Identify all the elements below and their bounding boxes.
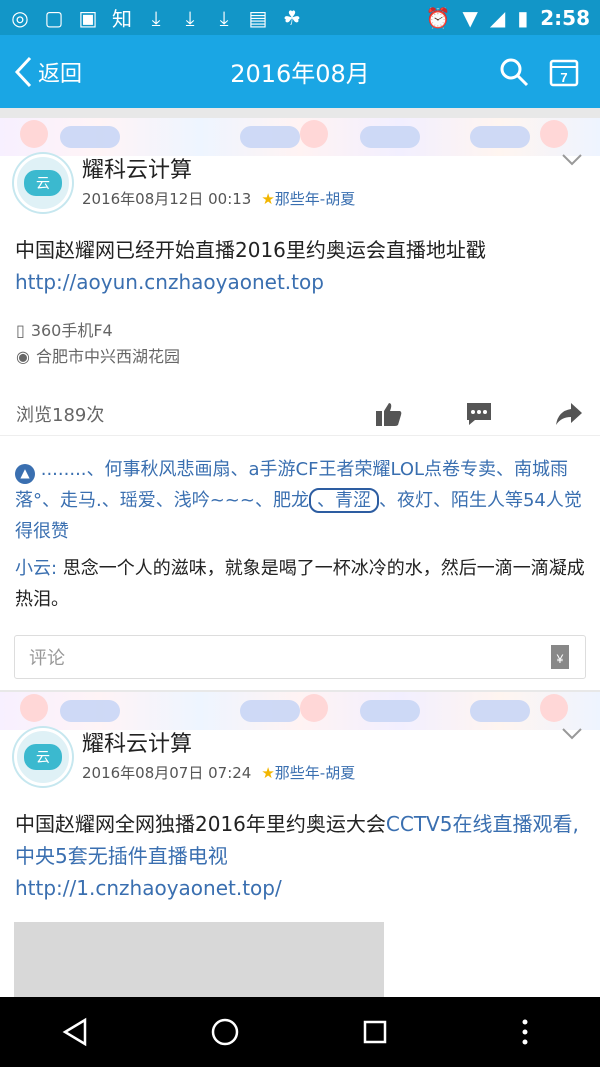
- post-text: 中国赵耀网已经开始直播2016里约奥运会直播地址戳http://aoyun.cn…: [15, 238, 486, 294]
- post-device-info: ▯ 360手机F4 ◉ 合肥市中兴西湖花园: [0, 318, 600, 370]
- like-button[interactable]: [374, 399, 404, 429]
- thumbs-up-icon: ▲: [15, 463, 35, 484]
- post-source[interactable]: 那些年-胡夏: [275, 190, 355, 208]
- signal-icon: ◢: [489, 5, 506, 30]
- nav-home-button[interactable]: [208, 1015, 242, 1049]
- search-button[interactable]: [498, 56, 530, 88]
- post-card: 云 耀科云计算 2016年08月07日 07:24 ★那些年-胡夏 中国赵耀网全…: [0, 692, 600, 1002]
- comment-author[interactable]: 小云:: [15, 558, 57, 579]
- comment-button[interactable]: [464, 399, 494, 429]
- post-link[interactable]: http://1.cnzhaoyaonet.top/: [15, 876, 282, 900]
- triangle-back-icon: [62, 1017, 87, 1047]
- decoration-banner: [0, 118, 600, 156]
- nav-recents-button[interactable]: [358, 1015, 392, 1049]
- location-icon: ◉: [16, 347, 30, 366]
- more-vertical-icon: [522, 1019, 528, 1045]
- image-icon: ▣: [78, 5, 98, 30]
- calendar-icon: 7: [549, 59, 579, 86]
- battery-icon: ▮: [517, 5, 529, 30]
- briefcase-icon: ▤: [248, 5, 268, 30]
- post-header: 云 耀科云计算 2016年08月12日 00:13 ★那些年-胡夏: [0, 154, 600, 212]
- post-header: 云 耀科云计算 2016年08月07日 07:24 ★那些年-胡夏: [0, 728, 600, 786]
- square-recents-icon: [363, 1020, 387, 1044]
- circle-home-icon: [211, 1018, 239, 1046]
- avatar[interactable]: 云: [14, 728, 72, 786]
- star-icon: ★: [261, 190, 275, 208]
- share-icon: [556, 402, 582, 425]
- decoration-banner: [0, 692, 600, 730]
- post-date: 2016年08月07日 07:24: [82, 764, 252, 782]
- post-image[interactable]: [14, 922, 384, 1002]
- comment-icon: [467, 402, 491, 425]
- app-bar: 返回 2016年08月 7: [0, 35, 600, 108]
- likes-list[interactable]: ▲ ........、何事秋风悲画扇、a手游CF王者荣耀LOL点卷专卖、南城雨落…: [0, 454, 600, 547]
- post-stats: 浏览189次: [0, 392, 600, 436]
- view-count: 浏览189次: [16, 404, 105, 426]
- search-icon: [500, 58, 529, 86]
- download-icon: ⤓: [219, 5, 229, 30]
- wifi-icon: ▼: [462, 5, 478, 30]
- chevron-down-icon[interactable]: [560, 150, 584, 170]
- back-label: 返回: [38, 61, 83, 87]
- author-name[interactable]: 耀科云计算: [82, 726, 355, 758]
- star-icon: ★: [261, 764, 275, 782]
- wallet-icon[interactable]: ¥: [549, 644, 571, 670]
- alarm-icon: ⏰: [425, 5, 451, 30]
- comment-text: 思念一个人的滋味，就象是喝了一杯冰冷的水，然后一滴一滴凝成热泪。: [15, 558, 585, 610]
- post-link[interactable]: http://aoyun.cnzhaoyaonet.top: [15, 270, 324, 294]
- leaf-icon: ☘: [283, 5, 301, 30]
- download-icon: ⤓: [185, 5, 195, 30]
- thumbs-up-icon: [376, 402, 402, 426]
- zhihu-icon: 知: [112, 7, 132, 31]
- download-icon: ⤓: [151, 5, 161, 30]
- svg-text:7: 7: [560, 70, 567, 85]
- comment-item[interactable]: 小云: 思念一个人的滋味，就象是喝了一杯冰冷的水，然后一滴一滴凝成热泪。: [0, 553, 600, 615]
- nav-menu-button[interactable]: [508, 1015, 542, 1049]
- navigation-bar: [0, 997, 600, 1067]
- post-card: 云 耀科云计算 2016年08月12日 00:13 ★那些年-胡夏 中国赵耀网已…: [0, 118, 600, 690]
- post-text: 中国赵耀网全网独播2016年里约奥运大会CCTV5在线直播观看,中央5套无插件直…: [15, 812, 579, 900]
- status-bar: ◎ ▢ ▣ 知 ⤓ ⤓ ⤓ ▤ ☘ ⏰ ▼ ◢ ▮ 2:58: [0, 0, 600, 35]
- comment-input[interactable]: 评论 ¥: [14, 635, 586, 679]
- calendar-button[interactable]: 7: [548, 56, 580, 88]
- chat-icon: ▢: [44, 5, 64, 30]
- post-date: 2016年08月12日 00:13: [82, 190, 252, 208]
- back-button[interactable]: 返回: [0, 55, 82, 89]
- phone-icon: ▯: [16, 321, 25, 340]
- status-time: 2:58: [540, 5, 590, 30]
- chevron-down-icon[interactable]: [560, 724, 584, 744]
- post-source[interactable]: 那些年-胡夏: [275, 764, 355, 782]
- app-icon: ◎: [11, 5, 29, 30]
- nav-back-button[interactable]: [58, 1015, 92, 1049]
- chevron-left-icon: [14, 56, 32, 87]
- avatar[interactable]: 云: [14, 154, 72, 212]
- svg-text:¥: ¥: [556, 652, 564, 666]
- share-button[interactable]: [554, 399, 584, 429]
- author-name[interactable]: 耀科云计算: [82, 152, 355, 184]
